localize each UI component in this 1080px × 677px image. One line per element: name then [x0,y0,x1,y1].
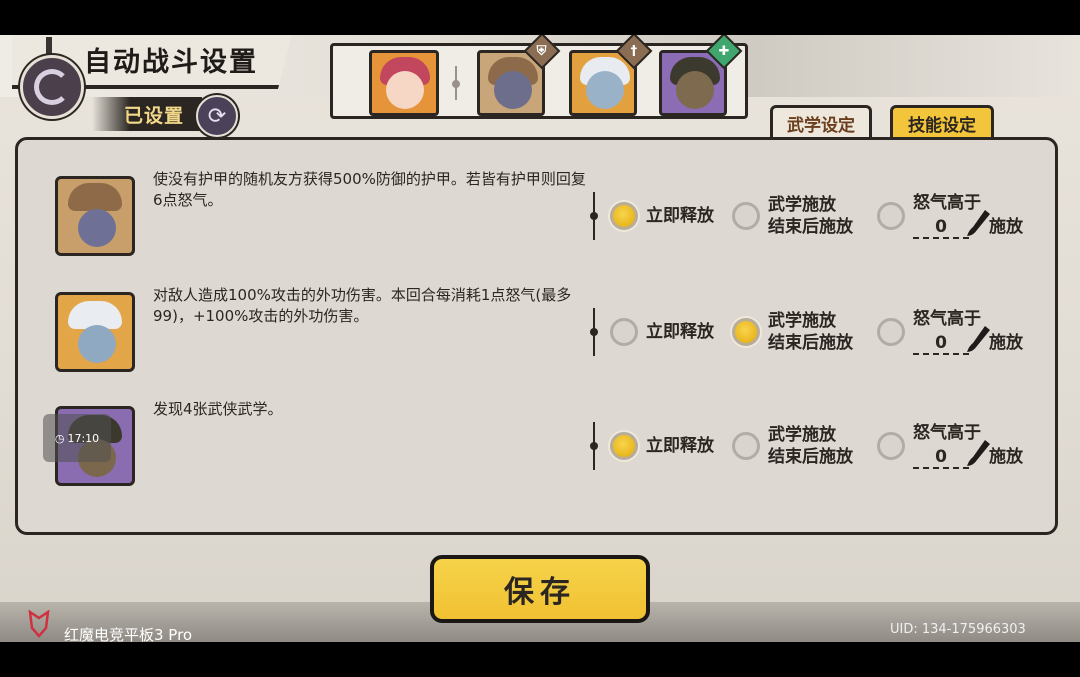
radio-button[interactable] [732,202,760,230]
rage-threshold-label: 怒气高于 0 施放 [913,423,1023,469]
refresh-button[interactable]: ⟳ [196,95,238,137]
option-label: 武学施放 结束后施放 [768,425,853,467]
page-title: 自动战斗设置 [84,47,258,78]
rage-threshold-label: 怒气高于 0 施放 [913,193,1023,239]
team-separator [452,66,460,100]
radio-button[interactable] [732,318,760,346]
rage-threshold-input[interactable]: 0 [913,447,969,469]
option-cast-rage-threshold[interactable]: 怒气高于 0 施放 [877,190,1043,242]
team-bar: ⛨ † ✚ [330,35,748,119]
skill-row: 使没有护甲的随机友方获得500%防御的护甲。若皆有护甲则回复6点怒气。 立即释放… [18,166,1055,276]
device-logo-icon [28,610,50,638]
tab-martial-settings[interactable]: 武学设定 [770,105,872,139]
option-cast-after-martial[interactable]: 武学施放 结束后施放 [732,420,853,472]
radio-button[interactable] [610,318,638,346]
tab-skill-settings[interactable]: 技能设定 [890,105,994,139]
clock-toast: ◷ 17:10 [43,414,111,462]
skill-description: 使没有护甲的随机友方获得500%防御的护甲。若皆有护甲则回复6点怒气。 [153,170,586,209]
rage-threshold-input[interactable]: 0 [913,333,969,355]
clock-icon: ◷ [54,431,65,445]
radio-button[interactable] [732,432,760,460]
option-label: 立即释放 [646,206,714,226]
hero-portrait-leader[interactable] [369,50,439,116]
skill-description: 发现4张武侠武学。 [153,400,283,418]
row-divider [590,308,598,356]
brush-edit-icon[interactable] [965,438,991,468]
radio-button[interactable] [610,202,638,230]
option-cast-rage-threshold[interactable]: 怒气高于 0 施放 [877,306,1043,358]
option-cast-immediately[interactable]: 立即释放 [610,420,714,472]
radio-button[interactable] [877,318,905,346]
radio-button[interactable] [610,432,638,460]
refresh-icon: ⟳ [207,103,227,129]
game-screen: 自动战斗设置 已设置 ⟳ ⛨ † ✚ 武学设定 技能设定 使没有护甲的随机友方获… [0,35,1080,642]
option-cast-rage-threshold[interactable]: 怒气高于 0 施放 [877,420,1043,472]
save-button[interactable]: 保存 [430,555,650,623]
option-label: 立即释放 [646,322,714,342]
skill-row: 对敌人造成100%攻击的外功伤害。本回合每消耗1点怒气(最多99)，+100%攻… [18,282,1055,392]
back-icon [34,69,70,105]
option-cast-immediately[interactable]: 立即释放 [610,190,714,242]
option-cast-immediately[interactable]: 立即释放 [610,306,714,358]
option-label: 武学施放 结束后施放 [768,311,853,353]
option-cast-after-martial[interactable]: 武学施放 结束后施放 [732,190,853,242]
device-name: 红魔电竞平板3 Pro [64,626,193,644]
row-divider [590,422,598,470]
back-button[interactable] [20,55,84,119]
skill-icon-armor [55,176,135,256]
skill-description: 对敌人造成100%攻击的外功伤害。本回合每消耗1点怒气(最多99)，+100%攻… [153,286,572,325]
configured-label: 已设置 [92,97,202,131]
brush-edit-icon[interactable] [965,324,991,354]
skill-icon-strike [55,292,135,372]
configured-text: 已设置 [123,104,184,127]
rage-threshold-input[interactable]: 0 [913,217,969,239]
uid-label: UID: 134-175966303 [890,622,1026,637]
option-cast-after-martial[interactable]: 武学施放 结束后施放 [732,306,853,358]
skill-row: 发现4张武侠武学。 立即释放 武学施放 结束后施放 怒气高于 0 施放 [18,396,1055,506]
toast-time: 17:10 [67,431,100,445]
brush-edit-icon[interactable] [965,208,991,238]
row-divider [590,192,598,240]
radio-button[interactable] [877,202,905,230]
option-label: 武学施放 结束后施放 [768,195,853,237]
radio-button[interactable] [877,432,905,460]
rage-threshold-label: 怒气高于 0 施放 [913,309,1023,355]
skill-settings-panel: 使没有护甲的随机友方获得500%防御的护甲。若皆有护甲则回复6点怒气。 立即释放… [15,137,1058,535]
option-label: 立即释放 [646,436,714,456]
